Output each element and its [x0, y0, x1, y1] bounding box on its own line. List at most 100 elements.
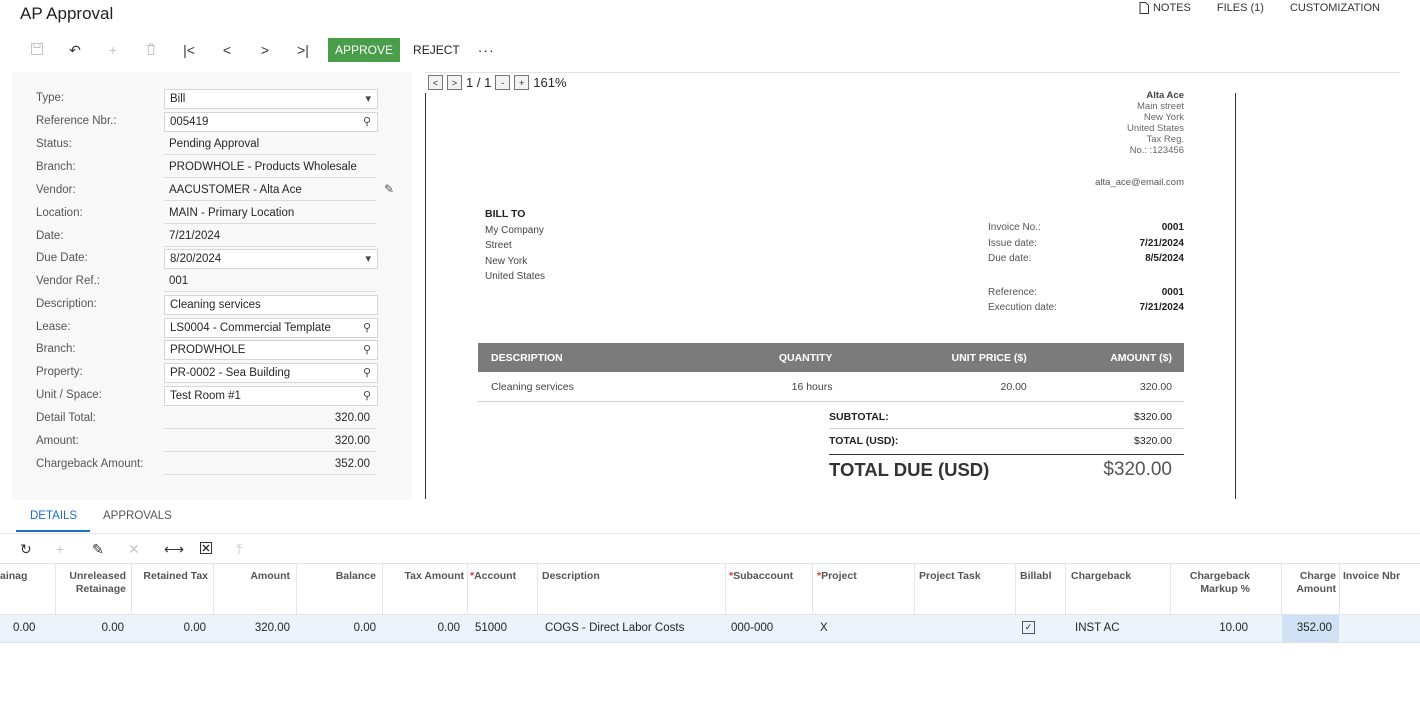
next-page-button[interactable]: >	[447, 75, 462, 90]
tab-details[interactable]: DETAILS	[30, 510, 77, 522]
reject-button[interactable]: REJECT	[413, 43, 460, 57]
search-icon[interactable]: ⚲	[363, 389, 371, 402]
column-header[interactable]: Tax Amount	[386, 570, 465, 583]
document-icon	[1139, 2, 1149, 14]
zoom-out-button[interactable]: -	[495, 75, 511, 90]
form-row-branch: Branch: PRODWHOLE - Products Wholesale	[12, 158, 412, 178]
bill-to-block: BILL TO My Company Street New York Unite…	[485, 208, 546, 282]
invoice-table: DESCRIPTION QUANTITY UNIT PRICE ($) AMOU…	[478, 343, 1184, 402]
column-header[interactable]: Chargeback	[1071, 570, 1131, 583]
customization-link[interactable]: CUSTOMIZATION	[1290, 2, 1380, 14]
next-record-icon[interactable]: >	[246, 42, 284, 58]
notes-link[interactable]: NOTES	[1139, 2, 1191, 14]
save-icon[interactable]	[18, 42, 56, 58]
column-header[interactable]: ainag	[0, 570, 27, 583]
vendor-email: alta_ace@email.com	[1095, 177, 1184, 188]
form-row-vendor-ref: Vendor Ref.: 001	[12, 272, 412, 292]
add-row-icon[interactable]: +	[56, 541, 92, 557]
undo-icon[interactable]: ↶	[56, 42, 94, 59]
summary-form: Type: Bill ▾ Reference Nbr.: 005419 ⚲ Stat…	[12, 72, 412, 500]
column-header[interactable]: *Subaccount	[729, 570, 793, 583]
search-icon[interactable]: ⚲	[363, 115, 371, 128]
export-excel-icon[interactable]	[200, 541, 236, 557]
form-row-date: Date: 7/21/2024	[12, 227, 412, 247]
total-row: TOTAL (USD): $320.00	[829, 435, 1172, 447]
form-row-status: Status: Pending Approval	[12, 135, 412, 155]
reference-nbr-field[interactable]: 005419 ⚲	[164, 112, 378, 132]
page-edge-left	[425, 93, 426, 499]
form-row-type: Type: Bill ▾	[12, 89, 412, 109]
delete-row-icon[interactable]: ✕	[128, 541, 164, 558]
details-grid: ainag Unreleased Retainage Retained Tax …	[0, 563, 1420, 643]
amount-value: 320.00	[164, 432, 376, 452]
form-row-due-date: Due Date: 8/20/2024 ▾	[12, 249, 412, 269]
total-due-row: TOTAL DUE (USD) $320.00	[829, 454, 1184, 481]
active-tab-indicator	[16, 530, 90, 532]
edit-icon[interactable]: ✎	[92, 541, 128, 558]
property-field[interactable]: PR-0002 - Sea Building ⚲	[164, 363, 378, 383]
first-record-icon[interactable]: |<	[170, 42, 208, 58]
due-date-field[interactable]: 8/20/2024 ▾	[164, 249, 378, 269]
delete-icon[interactable]	[132, 42, 170, 58]
pencil-icon[interactable]: ✎	[384, 182, 394, 196]
column-header[interactable]: Description	[542, 570, 600, 583]
billable-checkbox[interactable]: ✓	[1022, 621, 1035, 634]
files-link[interactable]: FILES (1)	[1217, 2, 1264, 14]
page-edge-right	[1235, 93, 1236, 499]
column-header[interactable]: Retained Tax	[136, 570, 208, 583]
description-field[interactable]: Cleaning services	[164, 295, 378, 315]
fit-columns-icon[interactable]: ⟷	[164, 541, 200, 558]
unit-space-field[interactable]: Test Room #1 ⚲	[164, 386, 378, 406]
form-row-detail-total: Detail Total: 320.00	[12, 409, 412, 429]
pdf-navigation: < > 1 / 1 - + 161%	[428, 75, 567, 90]
viewer-top-border	[425, 72, 1400, 73]
column-header[interactable]: Chargeback Markup %	[1176, 570, 1250, 596]
column-header[interactable]: *Project	[817, 570, 857, 583]
form-row-lease: Lease: LS0004 - Commercial Template ⚲	[12, 318, 412, 338]
column-header[interactable]: Project Task	[919, 570, 981, 583]
chevron-down-icon: ▾	[365, 253, 371, 265]
invoice-table-header: DESCRIPTION QUANTITY UNIT PRICE ($) AMOU…	[478, 343, 1184, 372]
form-row-chargeback-amount: Chargeback Amount: 352.00	[12, 455, 412, 475]
vendor-address: Alta Ace Main street New York United Sta…	[1126, 90, 1184, 156]
column-header[interactable]: Billabl	[1020, 570, 1052, 583]
column-header[interactable]: Balance	[300, 570, 376, 583]
tab-bar: DETAILS APPROVALS	[0, 500, 1420, 534]
more-menu-button[interactable]: ···	[478, 42, 495, 58]
top-links: NOTES FILES (1) CUSTOMIZATION	[1139, 2, 1380, 14]
column-header[interactable]: Charge Amount	[1284, 570, 1336, 596]
tab-approvals[interactable]: APPROVALS	[103, 510, 172, 522]
search-icon[interactable]: ⚲	[363, 343, 371, 356]
prev-page-button[interactable]: <	[428, 75, 443, 90]
form-row-branch-2: Branch: PRODWHOLE ⚲	[12, 340, 412, 360]
branch-value: PRODWHOLE - Products Wholesale	[164, 158, 376, 178]
form-row-vendor: Vendor: AACUSTOMER - Alta Ace ✎	[12, 181, 412, 201]
column-header[interactable]: Unreleased Retainage	[60, 570, 126, 596]
grid-header: ainag Unreleased Retainage Retained Tax …	[0, 563, 1420, 615]
type-select[interactable]: Bill ▾	[164, 89, 378, 109]
last-record-icon[interactable]: >|	[284, 42, 322, 58]
zoom-level: 161%	[533, 75, 567, 90]
search-icon[interactable]: ⚲	[363, 366, 371, 379]
previous-record-icon[interactable]: <	[208, 42, 246, 58]
column-header[interactable]: *Account	[470, 570, 516, 583]
main-toolbar: ↶ + |< < > >| APPROVE REJECT ···	[18, 38, 495, 62]
subtotal-row: SUBTOTAL: $320.00	[829, 406, 1184, 429]
form-row-property: Property: PR-0002 - Sea Building ⚲	[12, 363, 412, 383]
search-icon[interactable]: ⚲	[363, 321, 371, 334]
grid-toolbar: ↻ + ✎ ✕ ⟷ ⤒	[20, 539, 272, 559]
location-value: MAIN - Primary Location	[164, 204, 376, 224]
zoom-in-button[interactable]: +	[514, 75, 530, 90]
page-indicator: 1 / 1	[466, 75, 492, 90]
lease-field[interactable]: LS0004 - Commercial Template ⚲	[164, 318, 378, 338]
add-icon[interactable]: +	[94, 42, 132, 58]
invoice-meta: Invoice No.: 0001 Issue date: 7/21/2024 Du…	[988, 222, 1184, 313]
column-header[interactable]: Invoice Nbr	[1343, 570, 1400, 583]
refresh-icon[interactable]: ↻	[20, 541, 56, 558]
table-row[interactable]: 0.00 0.00 0.00 320.00 0.00 0.00 51000 CO…	[0, 615, 1420, 643]
upload-icon[interactable]: ⤒	[236, 541, 272, 558]
form-row-location: Location: MAIN - Primary Location	[12, 204, 412, 224]
column-header[interactable]: Amount	[218, 570, 290, 583]
approve-button[interactable]: APPROVE	[328, 38, 401, 62]
branch-field[interactable]: PRODWHOLE ⚲	[164, 340, 378, 360]
